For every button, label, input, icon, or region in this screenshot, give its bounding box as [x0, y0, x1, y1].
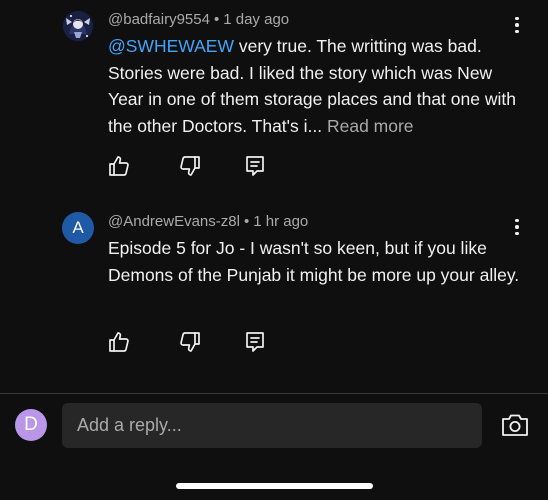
like-button[interactable]: [107, 154, 131, 178]
comment-time: 1 hr ago: [253, 213, 309, 230]
reply-button[interactable]: [243, 330, 267, 354]
reply-icon: [246, 332, 264, 352]
thumbs-down-icon: [180, 156, 200, 176]
thumbs-up-icon: [109, 156, 129, 176]
home-indicator: [176, 483, 373, 489]
reply-icon: [246, 156, 264, 176]
comment-time: 1 day ago: [223, 11, 290, 28]
avatar-image: [62, 10, 94, 42]
user-avatar: D: [15, 409, 47, 441]
divider: [0, 393, 548, 394]
comment-meta: @AndrewEvans-z8l • 1 hr ago: [108, 213, 308, 230]
thumbs-down-icon: [180, 332, 200, 352]
more-vertical-icon: [515, 16, 519, 21]
thumbs-up-icon: [109, 332, 129, 352]
camera-button[interactable]: [501, 412, 529, 438]
comment-body: Episode 5 for Jo - I wasn't so keen, but…: [108, 238, 520, 285]
comment-text: Episode 5 for Jo - I wasn't so keen, but…: [108, 235, 528, 288]
like-button[interactable]: [107, 330, 131, 354]
user-avatar-initial: D: [24, 414, 38, 435]
meta-separator: •: [243, 213, 250, 230]
meta-separator: •: [213, 11, 220, 28]
read-more-link[interactable]: Read more: [327, 116, 414, 136]
dislike-button[interactable]: [178, 154, 202, 178]
reply-input[interactable]: [62, 403, 482, 448]
mention-link[interactable]: @SWHEWAEW: [108, 36, 234, 56]
avatar-initial: A: [72, 218, 84, 237]
comment-meta: @badfairy9554 • 1 day ago: [108, 11, 289, 28]
avatar[interactable]: [62, 10, 94, 42]
comment-author[interactable]: @AndrewEvans-z8l: [108, 213, 240, 230]
camera-icon: [502, 414, 528, 436]
comment-text: @SWHEWAEW very true. The writting was ba…: [108, 33, 528, 139]
dislike-button[interactable]: [178, 330, 202, 354]
more-vertical-icon: [515, 218, 519, 223]
comment-author[interactable]: @badfairy9554: [108, 11, 210, 28]
reply-button[interactable]: [243, 154, 267, 178]
avatar[interactable]: A: [62, 212, 94, 244]
